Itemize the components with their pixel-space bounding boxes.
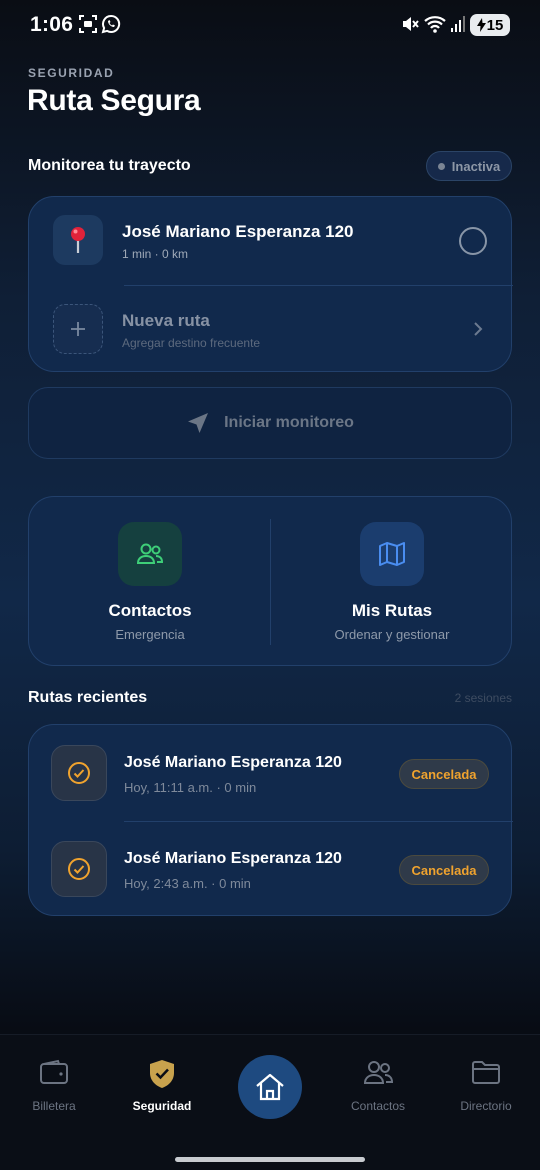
status-label: Inactiva [451,158,501,174]
signal-icon [451,16,465,32]
recent-route-item[interactable]: José Mariano Esperanza 120 Hoy, 2:43 a.m… [29,821,511,917]
battery-charging-icon [476,18,486,32]
nav-label: Contactos [350,1099,406,1113]
check-circle-icon [68,858,90,880]
plus-icon [71,322,85,336]
status-time: 1:06 [30,13,74,36]
nav-label: Directorio [460,1099,512,1113]
contacts-tile [118,522,182,586]
chevron-right-icon[interactable] [473,321,483,337]
check-tile [51,745,107,801]
start-monitoring-label: Iniciar monitoreo [224,414,354,431]
people-icon [363,1061,394,1084]
recent-route-meta: Hoy, 11:11 a.m. · 0 min [124,780,257,795]
nav-item-seguridad[interactable]: Seguridad [108,1059,216,1119]
sessions-count: 2 sesiones [454,691,512,705]
my-routes-label: Mis Rutas [351,601,433,620]
home-button[interactable] [238,1055,302,1119]
nav-item-billetera[interactable]: Billetera [0,1059,108,1119]
recent-routes-card: José Mariano Esperanza 120 Hoy, 11:11 a.… [28,724,513,917]
recent-route-title: José Mariano Esperanza 120 [124,850,342,867]
route-select-radio[interactable] [459,227,487,255]
nav-item-contactos[interactable]: Contactos [324,1059,432,1119]
wifi-icon [424,16,446,33]
page-title: Ruta Segura [27,84,201,117]
mute-icon [403,17,419,31]
contacts-sub: Emergencia [115,627,185,642]
battery-indicator: 15 [470,14,510,36]
route-card: José Mariano Esperanza 120 1 min · 0 km … [28,196,513,372]
gesture-bar[interactable] [175,1157,365,1162]
map-icon [379,542,405,566]
check-circle-icon [68,762,90,784]
my-routes-tile [360,522,424,586]
contacts-label: Contactos [108,601,192,620]
whatsapp-icon [101,14,121,34]
recent-heading: Rutas recientes [28,689,148,706]
recent-route-meta: Hoy, 2:43 a.m. · 0 min [124,876,251,891]
status-badge-cancelled: Cancelada [399,855,489,885]
route-title: José Mariano Esperanza 120 [122,222,354,241]
screenshot-icon [79,15,97,33]
route-subtitle: 1 min · 0 km [122,247,189,261]
check-tile [51,841,107,897]
shield-check-icon [150,1060,174,1088]
status-badge-cancelled: Cancelada [399,759,489,789]
monitor-heading: Monitorea tu trayecto [28,157,191,174]
map-pin-icon [71,227,85,253]
new-route-subtitle: Agregar destino frecuente [122,336,261,350]
recent-route-item[interactable]: José Mariano Esperanza 120 Hoy, 11:11 a.… [29,725,511,821]
home-icon [256,1073,284,1101]
recent-route-title: José Mariano Esperanza 120 [124,754,342,771]
new-route-tile[interactable] [53,304,103,354]
actions-card: Contactos Emergencia Mis Rutas Ordenar y… [28,496,512,666]
contacts-action[interactable]: Contactos Emergencia [29,497,271,667]
my-routes-action[interactable]: Mis Rutas Ordenar y gestionar [271,497,513,667]
status-dot [437,162,445,170]
wallet-icon [40,1059,68,1084]
navigation-arrow-icon [188,413,209,433]
route-item[interactable]: José Mariano Esperanza 120 1 min · 0 km [29,197,511,285]
start-monitoring-button[interactable]: Iniciar monitoreo [28,387,512,459]
my-routes-sub: Ordenar y gestionar [334,627,450,642]
nav-label: Billetera [32,1099,76,1113]
map-pin-tile [53,215,103,265]
folder-icon [472,1061,500,1084]
battery-level: 15 [486,16,504,34]
people-icon [136,543,164,564]
bottom-nav: Billetera Seguridad Contactos Directorio [0,1034,540,1170]
new-route-title[interactable]: Nueva ruta [122,311,210,331]
status-badge: Inactiva [426,151,512,181]
section-kicker: SEGURIDAD [28,66,115,80]
nav-label: Seguridad [132,1099,192,1113]
status-bar: 1:06 15 [0,0,540,50]
nav-item-directorio[interactable]: Directorio [432,1059,540,1119]
